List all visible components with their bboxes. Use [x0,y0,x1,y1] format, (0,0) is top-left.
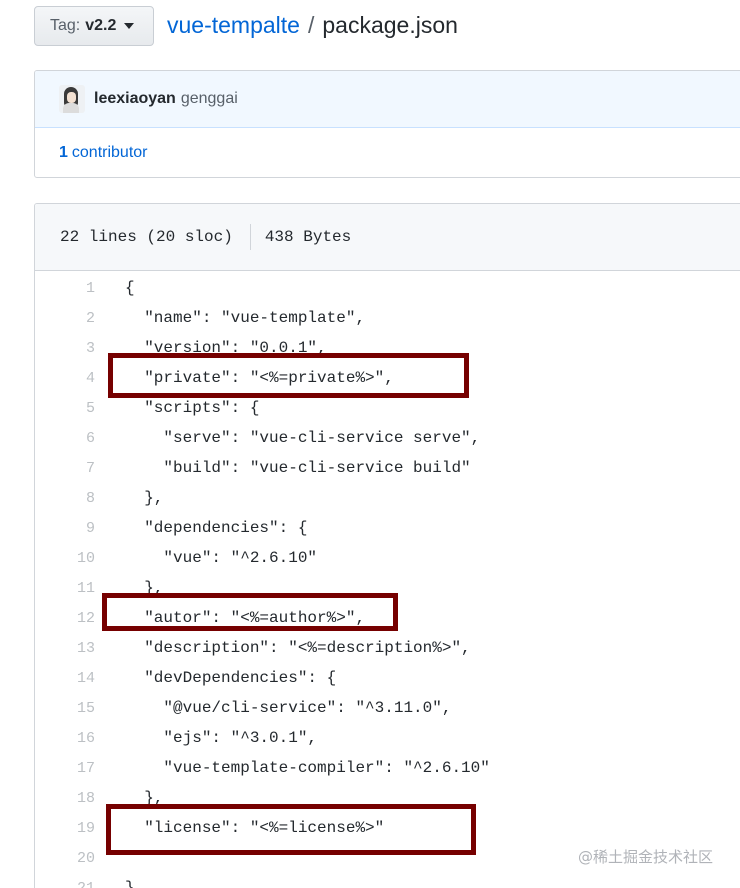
watermark: @稀土掘金技术社区 [578,848,714,866]
contributor-count[interactable]: 1 [59,144,68,162]
file-name: package.json [322,12,458,38]
highlight-box-license [106,804,476,855]
code-line: 1{ [35,273,740,303]
code-line: 21} [35,873,740,888]
contributors-row[interactable]: 1 contributor [35,128,740,177]
code-line: 9 "dependencies": { [35,513,740,543]
line-content: "devDependencies": { [125,669,337,687]
code-line: 17 "vue-template-compiler": "^2.6.10" [35,753,740,783]
line-content: "@vue/cli-service": "^3.11.0", [125,699,452,717]
line-content: }, [125,489,164,507]
code-line: 14 "devDependencies": { [35,663,740,693]
line-number[interactable]: 9 [35,520,97,537]
breadcrumb: vue-tempalte / package.json [167,12,458,39]
line-content: "scripts": { [125,399,260,417]
repo-link[interactable]: vue-tempalte [167,12,300,38]
line-number[interactable]: 21 [35,880,97,888]
commit-message[interactable]: genggai [181,90,238,108]
code-line: 2 "name": "vue-template", [35,303,740,333]
line-number[interactable]: 16 [35,730,97,747]
line-content: "vue": "^2.6.10" [125,549,318,567]
contributor-label[interactable]: contributor [72,144,148,162]
line-number[interactable]: 4 [35,370,97,387]
line-content: "vue-template-compiler": "^2.6.10" [125,759,490,777]
caret-down-icon [124,23,135,29]
code-line: 10 "vue": "^2.6.10" [35,543,740,573]
line-number[interactable]: 2 [35,310,97,327]
line-number[interactable]: 17 [35,760,97,777]
line-number[interactable]: 15 [35,700,97,717]
file-info: 22 lines (20 sloc) 438 Bytes [35,204,740,271]
line-content: "serve": "vue-cli-service serve", [125,429,481,447]
line-number[interactable]: 11 [35,580,97,597]
code-line: 6 "serve": "vue-cli-service serve", [35,423,740,453]
line-content: } [125,879,135,888]
code-line: 7 "build": "vue-cli-service build" [35,453,740,483]
line-number[interactable]: 12 [35,610,97,627]
breadcrumb-separator: / [307,12,315,38]
code-line: 13 "description": "<%=description%>", [35,633,740,663]
line-number[interactable]: 8 [35,490,97,507]
tag-selector-button[interactable]: Tag: v2.2 [34,6,154,46]
file-box: 22 lines (20 sloc) 438 Bytes 1{2 "name":… [34,203,740,888]
line-number[interactable]: 20 [35,850,97,867]
line-number[interactable]: 18 [35,790,97,807]
line-content: { [125,279,135,297]
line-number[interactable]: 14 [35,670,97,687]
line-number[interactable]: 5 [35,400,97,417]
line-number[interactable]: 7 [35,460,97,477]
latest-commit: leexiaoyan genggai [35,71,740,128]
code-line: 15 "@vue/cli-service": "^3.11.0", [35,693,740,723]
tag-prefix: Tag: [50,17,81,34]
line-number[interactable]: 3 [35,340,97,357]
file-info-divider [249,224,251,250]
line-number[interactable]: 6 [35,430,97,447]
top-edge [0,0,740,4]
line-content: "build": "vue-cli-service build" [125,459,471,477]
file-size: 438 Bytes [264,228,352,246]
code-line: 8 }, [35,483,740,513]
line-content: "dependencies": { [125,519,308,537]
avatar[interactable] [59,85,85,113]
tag-value: v2.2 [85,17,117,34]
line-number[interactable]: 1 [35,280,97,297]
line-content: "ejs": "^3.0.1", [125,729,318,747]
highlight-box-author [102,593,398,631]
line-content: "description": "<%=description%>", [125,639,471,657]
line-number[interactable]: 10 [35,550,97,567]
author-link[interactable]: leexiaoyan [94,90,176,108]
highlight-box-private [108,353,469,398]
line-number[interactable]: 19 [35,820,97,837]
line-content: "name": "vue-template", [125,309,366,327]
code-line: 16 "ejs": "^3.0.1", [35,723,740,753]
line-number[interactable]: 13 [35,640,97,657]
commit-box: leexiaoyan genggai 1 contributor [34,70,740,178]
line-count: 22 lines (20 sloc) [60,228,233,246]
